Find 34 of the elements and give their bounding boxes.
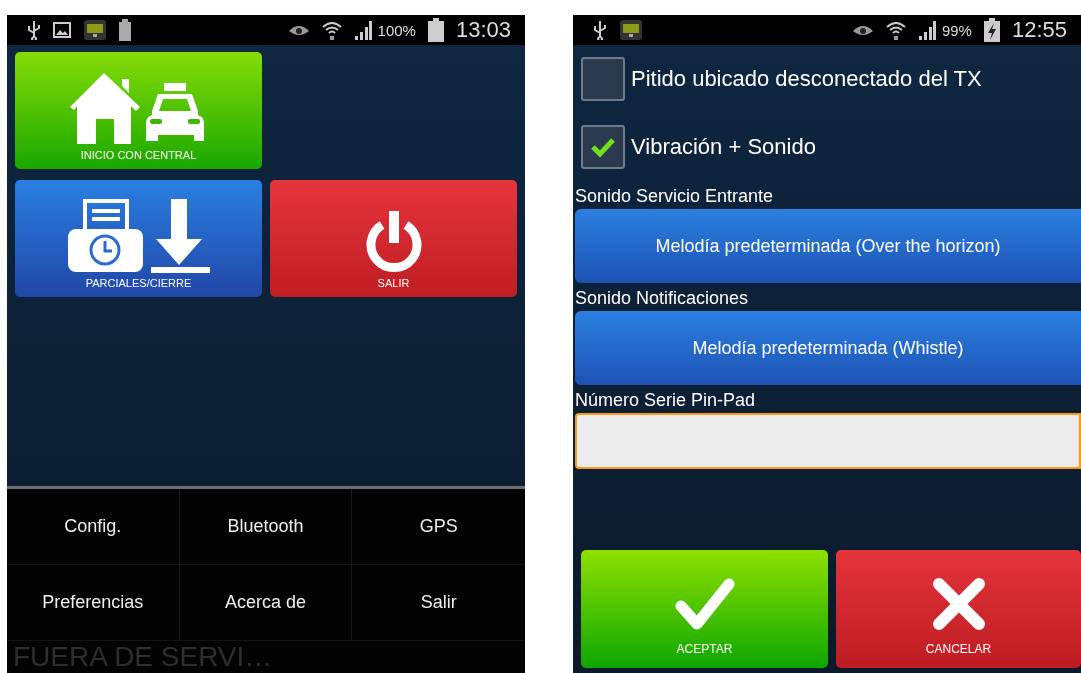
clock-time: 13:03: [455, 17, 511, 43]
tile-button[interactable]: SALIR: [270, 180, 517, 297]
battery-icon: [119, 19, 131, 41]
image-icon: [53, 22, 71, 38]
setting-label: Sonido Servicio Entrante: [574, 185, 775, 207]
ringtone-button[interactable]: Melodía predeterminada (Whistle): [575, 311, 1081, 385]
cancel-button[interactable]: CANCELAR: [836, 550, 1081, 668]
checkbox[interactable]: [581, 57, 625, 101]
input-field[interactable]: [575, 413, 1081, 469]
signal-icon: [917, 20, 936, 40]
checkbox[interactable]: [581, 125, 625, 169]
menu-item[interactable]: Config.: [7, 489, 180, 565]
tile-button[interactable]: PARCIALES/CIERRE: [15, 180, 262, 297]
battery-percent: 99%: [941, 21, 972, 39]
usb-icon: [27, 20, 41, 40]
setting-label: Sonido Notificaciones: [574, 287, 750, 309]
close-icon: [930, 576, 987, 632]
battery-percent: 100%: [377, 21, 416, 39]
printer-clock-download-icon: [67, 197, 210, 273]
menu-item[interactable]: Bluetooth: [179, 489, 353, 565]
ringtone-button[interactable]: Melodía predeterminada (Over the horizon): [575, 209, 1081, 283]
usb-icon: [593, 20, 607, 40]
setting-label: Número Serie Pin-Pad: [574, 389, 757, 411]
checkbox-label: Vibración + Sonido: [631, 134, 816, 160]
wifi-icon: [885, 20, 906, 40]
clock-time: 12:55: [1011, 17, 1067, 43]
wifi-icon: [321, 20, 342, 40]
monitor-icon: [619, 19, 643, 41]
monitor-icon: [83, 19, 107, 41]
power-icon: [364, 211, 423, 273]
checkbox-label: Pitido ubicado desconectado del TX: [631, 66, 982, 92]
check-icon: [590, 137, 616, 157]
signal-icon: [353, 20, 372, 40]
menu-item[interactable]: GPS: [352, 489, 525, 565]
